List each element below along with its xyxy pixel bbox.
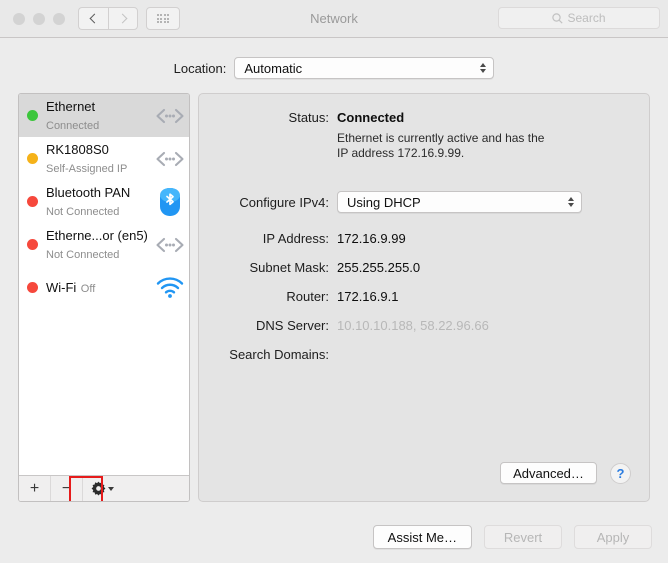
service-item-ethernet[interactable]: Ethernet Connected [19, 94, 189, 137]
footer-buttons: Assist Me… Revert Apply [372, 525, 652, 549]
network-preferences-window: Network Search Location: Automatic Ether… [0, 0, 668, 563]
gear-action-menu[interactable] [83, 476, 121, 502]
service-item-ethernet-adapter-en5[interactable]: Etherne...or (en5) Not Connected [19, 223, 189, 266]
search-placeholder: Search [567, 11, 606, 25]
service-text: Etherne...or (en5) Not Connected [46, 227, 151, 263]
service-list: Ethernet Connected RK1808S0 Self-Assigne… [19, 94, 189, 475]
service-list-toolbar: + − [19, 475, 189, 501]
status-dot [27, 196, 38, 207]
service-status: Connected [46, 119, 100, 132]
service-name: Ethernet [46, 98, 96, 114]
service-item-rk1808s0[interactable]: RK1808S0 Self-Assigned IP [19, 137, 189, 180]
service-list-panel: Ethernet Connected RK1808S0 Self-Assigne… [18, 93, 190, 502]
service-name: Wi-Fi [46, 279, 77, 295]
router-value: 172.16.9.1 [337, 289, 399, 304]
dns-server-value: 10.10.10.188, 58.22.96.66 [337, 318, 489, 333]
service-name: RK1808S0 [46, 141, 109, 157]
bluetooth-icon [151, 187, 189, 217]
location-value: Automatic [244, 60, 303, 76]
search-icon [552, 12, 564, 24]
configure-ipv4-label: Configure IPv4: [239, 194, 329, 210]
configure-ipv4-popup-button[interactable]: Using DHCP [337, 191, 582, 213]
gear-icon [91, 481, 105, 496]
status-dot [27, 110, 38, 121]
service-detail-panel: Status: Connected Ethernet is currently … [198, 93, 650, 502]
search-domains-label: Search Domains: [229, 347, 329, 362]
service-status: Not Connected [46, 248, 120, 261]
location-popup-button[interactable]: Automatic [234, 57, 495, 79]
wifi-icon [151, 277, 189, 298]
service-text: Bluetooth PAN Not Connected [46, 184, 151, 220]
apply-button: Apply [574, 525, 652, 549]
ethernet-icon [151, 108, 189, 124]
revert-button: Revert [484, 525, 562, 549]
service-name: Etherne...or (en5) [46, 227, 148, 243]
dns-server-label: DNS Server: [256, 318, 329, 333]
subnet-mask-value: 255.255.255.0 [337, 260, 421, 275]
status-dot [27, 282, 38, 293]
router-label: Router: [286, 289, 329, 304]
service-item-wi-fi[interactable]: Wi-Fi Off [19, 266, 189, 309]
chevron-updown-icon [568, 197, 574, 207]
service-text: Wi-Fi Off [46, 279, 151, 297]
location-row: Location: Automatic [0, 57, 668, 79]
dns-server-row: DNS Server: 10.10.10.188, 58.22.96.66 [199, 318, 489, 333]
ethernet-icon [151, 151, 189, 167]
status-description-row: Ethernet is currently active and has the… [199, 131, 552, 161]
subnet-mask-label: Subnet Mask: [249, 260, 330, 275]
chevron-updown-icon [480, 63, 487, 73]
status-label: Status: [288, 110, 329, 125]
status-dot [27, 239, 38, 250]
configure-ipv4-row: Configure IPv4: Using DHCP [199, 191, 582, 213]
service-item-bluetooth-pan[interactable]: Bluetooth PAN Not Connected [19, 180, 189, 223]
status-description: Ethernet is currently active and has the… [337, 131, 545, 160]
help-button[interactable]: ? [610, 463, 631, 484]
ip-address-label: IP Address: [262, 231, 329, 246]
location-label: Location: [173, 60, 227, 76]
ip-address-row: IP Address: 172.16.9.99 [199, 231, 406, 246]
service-status: Not Connected [46, 205, 120, 218]
remove-service-button[interactable]: − [51, 475, 83, 501]
status-row: Status: Connected [199, 110, 405, 125]
router-row: Router: 172.16.9.1 [199, 289, 398, 304]
search-input[interactable]: Search [498, 7, 660, 29]
ethernet-icon [151, 237, 189, 253]
window-titlebar: Network Search [0, 0, 668, 38]
assist-me-button[interactable]: Assist Me… [372, 525, 472, 549]
service-status: Off [80, 282, 96, 295]
subnet-mask-row: Subnet Mask: 255.255.255.0 [199, 260, 421, 275]
service-text: Ethernet Connected [46, 98, 151, 134]
ip-address-value: 172.16.9.99 [337, 231, 406, 246]
chevron-down-icon [107, 486, 114, 491]
service-text: RK1808S0 Self-Assigned IP [46, 141, 151, 177]
status-value: Connected [337, 110, 405, 125]
status-dot [27, 153, 38, 164]
service-name: Bluetooth PAN [46, 184, 131, 200]
advanced-button[interactable]: Advanced… [500, 462, 597, 484]
add-service-button[interactable]: + [19, 475, 51, 501]
service-status: Self-Assigned IP [46, 162, 128, 175]
search-domains-row: Search Domains: [199, 347, 337, 362]
configure-ipv4-value: Using DHCP [347, 194, 421, 210]
